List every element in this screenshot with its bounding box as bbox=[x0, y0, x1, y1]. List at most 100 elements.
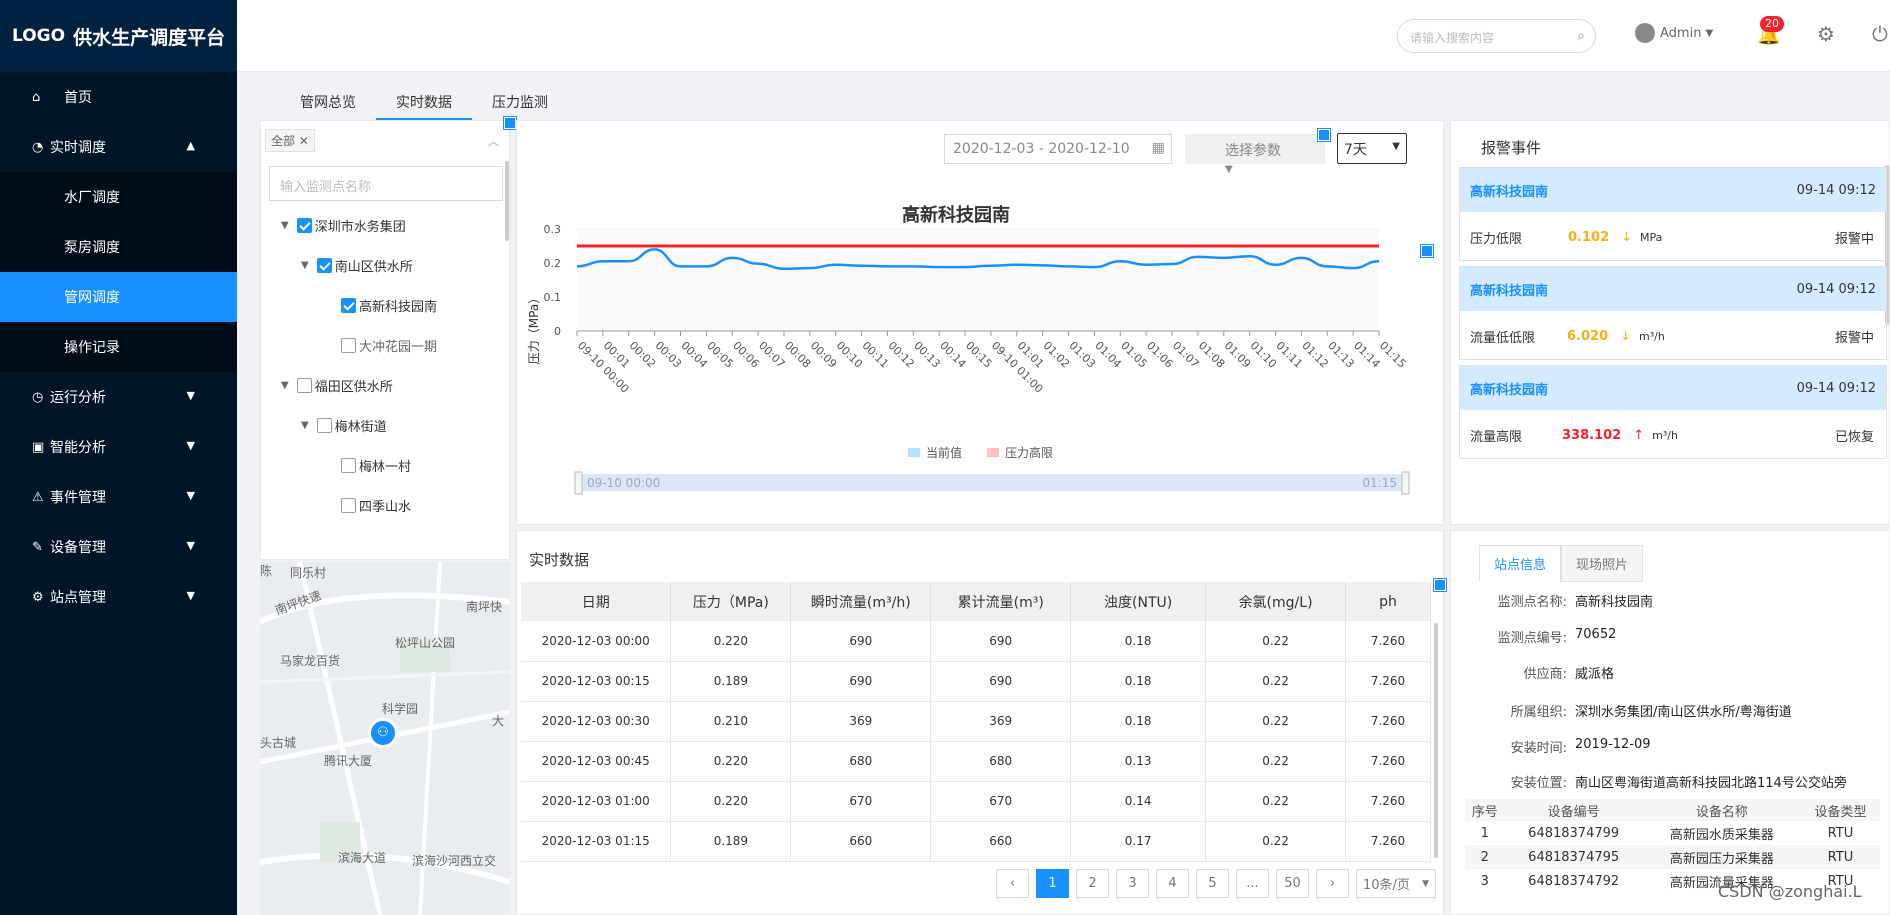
tree-node[interactable]: 梅林一村 bbox=[341, 456, 411, 475]
table-menu-icon[interactable] bbox=[1433, 578, 1447, 592]
table-cell: 7.260 bbox=[1345, 701, 1431, 742]
column-header[interactable]: 浊度(NTU) bbox=[1070, 582, 1207, 621]
checkbox[interactable] bbox=[341, 498, 356, 513]
menu-item-event[interactable]: ⚠ 事件管理 ▼ bbox=[0, 472, 237, 522]
submenu-item-pump[interactable]: 泵房调度 bbox=[0, 222, 237, 272]
filter-tag[interactable]: 全部 ✕ bbox=[265, 129, 315, 152]
checkbox[interactable] bbox=[296, 378, 312, 393]
close-icon[interactable]: ✕ bbox=[299, 134, 309, 148]
menu-item-device[interactable]: ✎ 设备管理 ▼ bbox=[0, 522, 237, 572]
tree-scrollbar[interactable] bbox=[505, 161, 509, 241]
page-button[interactable]: 5 bbox=[1196, 869, 1229, 898]
table-row[interactable]: 2020-12-03 01:00 0.220 670 670 0.14 0.22 7.260 bbox=[521, 781, 1431, 822]
user-menu[interactable]: Admin ▼ bbox=[1635, 23, 1713, 43]
page-size-select[interactable]: 10条/页 ▼ bbox=[1356, 869, 1436, 898]
table-scrollbar[interactable] bbox=[1434, 623, 1438, 858]
zoom-handle-left[interactable] bbox=[574, 471, 583, 495]
device-cell: 2 bbox=[1465, 845, 1505, 869]
checkbox[interactable] bbox=[316, 418, 332, 433]
map-view[interactable]: 同乐村 南坪快速 南坪快 马家龙百货 松坪山公园 科学园 大 头古城 腾讯大厦 … bbox=[260, 562, 510, 915]
menu-item-realtime[interactable]: ◔ 实时调度 ▲ bbox=[0, 122, 237, 172]
x-tick-label: 00:11 bbox=[859, 339, 891, 371]
column-header[interactable]: 日期 bbox=[521, 582, 672, 621]
alarm-card[interactable]: 高新科技园南 09-14 09:12 流量低低限 6.020 ↓ m³/h 报警中 bbox=[1459, 266, 1887, 360]
page-button[interactable]: 1 bbox=[1036, 869, 1069, 898]
chevron-up-icon[interactable]: ︿ bbox=[488, 133, 499, 149]
alarm-type: 压力低限 bbox=[1470, 231, 1523, 247]
page-button[interactable]: 3 bbox=[1116, 869, 1149, 898]
menu-item-station[interactable]: ⚙ 站点管理 ▼ bbox=[0, 572, 237, 622]
checkbox[interactable] bbox=[296, 218, 312, 233]
menu-item-home[interactable]: ⌂ 首页 bbox=[0, 72, 237, 122]
zoom-slider[interactable] bbox=[575, 474, 1409, 491]
page-ellipsis[interactable]: ... bbox=[1236, 869, 1269, 898]
caret-down-icon[interactable]: ▼ bbox=[281, 380, 289, 391]
checkbox[interactable] bbox=[341, 298, 356, 313]
device-row[interactable]: 2 64818374795 高新园压力采集器 RTU bbox=[1465, 845, 1880, 869]
prev-page-button[interactable]: ‹ bbox=[996, 869, 1029, 898]
map-station-marker-icon[interactable]: ⚇ bbox=[368, 718, 398, 748]
menu-item-analysis[interactable]: ◷ 运行分析 ▼ bbox=[0, 372, 237, 422]
tab-network-overview[interactable]: 管网总览 bbox=[280, 92, 376, 120]
search-icon[interactable]: ⌕ bbox=[1577, 28, 1585, 44]
search-input[interactable]: 请输入搜索内容 ⌕ bbox=[1397, 19, 1596, 53]
tree-node[interactable]: ▼ 深圳市水务集团 bbox=[281, 216, 406, 235]
page-button[interactable]: 2 bbox=[1076, 869, 1109, 898]
tree-node[interactable]: 高新科技园南 bbox=[341, 296, 437, 315]
tree-node[interactable]: ▼ 福田区供水所 bbox=[281, 376, 393, 395]
caret-down-icon[interactable]: ▼ bbox=[301, 260, 309, 271]
caret-down-icon[interactable]: ▼ bbox=[301, 420, 309, 431]
column-header[interactable]: 累计流量(m³) bbox=[930, 582, 1072, 621]
column-header[interactable]: ph bbox=[1345, 582, 1431, 621]
page-button[interactable]: 4 bbox=[1156, 869, 1189, 898]
device-row[interactable]: 1 64818374799 高新园水质采集器 RTU bbox=[1465, 821, 1880, 845]
tree-node[interactable]: 大冲花园一期 bbox=[341, 336, 437, 355]
table-cell: 0.210 bbox=[670, 701, 792, 742]
panel-menu-icon[interactable] bbox=[503, 116, 517, 130]
chart-panel: 2020-12-03 - 2020-12-10 ▦ 选择参数 ▼ 7天 ▼ 高新科… bbox=[516, 120, 1444, 525]
table-cell: 2020-12-03 01:00 bbox=[521, 781, 672, 822]
settings-gear-icon[interactable]: ⚙ bbox=[1817, 22, 1835, 46]
tree-search-placeholder: 输入监测点名称 bbox=[280, 180, 372, 195]
alarm-card[interactable]: 高新科技园南 09-14 09:12 流量高限 338.102 ↑ m³/h 已恢复 bbox=[1459, 365, 1887, 459]
tab-station-info[interactable]: 站点信息 bbox=[1479, 545, 1562, 582]
checkbox[interactable] bbox=[341, 458, 356, 473]
submenu-item-network[interactable]: 管网调度 bbox=[0, 272, 237, 322]
tab-site-photos[interactable]: 现场照片 bbox=[1561, 545, 1644, 582]
legend-limit[interactable]: 压力高限 bbox=[1005, 445, 1053, 460]
zoom-handle-right[interactable] bbox=[1401, 471, 1410, 495]
next-page-button[interactable]: › bbox=[1316, 869, 1349, 898]
x-tick-label: 01:13 bbox=[1325, 339, 1357, 371]
tab-realtime-data[interactable]: 实时数据 bbox=[376, 92, 472, 120]
tree-node[interactable]: ▼ 南山区供水所 bbox=[301, 256, 413, 275]
table-row[interactable]: 2020-12-03 00:30 0.210 369 369 0.18 0.22 7.260 bbox=[521, 701, 1431, 742]
info-key: 供应商: bbox=[1523, 667, 1567, 682]
table-cell: 369 bbox=[790, 701, 932, 742]
table-row[interactable]: 2020-12-03 00:00 0.220 690 690 0.18 0.22 7.260 bbox=[521, 621, 1431, 662]
table-row[interactable]: 2020-12-03 00:45 0.220 680 680 0.13 0.22 7.260 bbox=[521, 741, 1431, 782]
page-button[interactable]: 50 bbox=[1276, 869, 1309, 898]
tree-node[interactable]: 四季山水 bbox=[341, 496, 411, 515]
table-row[interactable]: 2020-12-03 00:15 0.189 690 690 0.18 0.22 7.260 bbox=[521, 661, 1431, 702]
tree-node-label: 高新科技园南 bbox=[359, 300, 438, 315]
power-icon[interactable]: ⏻ bbox=[1872, 22, 1888, 46]
tab-pressure-monitor[interactable]: 压力监测 bbox=[472, 92, 568, 120]
tree-node-label: 南山区供水所 bbox=[334, 260, 413, 275]
column-header[interactable]: 瞬时流量(m³/h) bbox=[790, 582, 932, 621]
x-tick-label: 01:07 bbox=[1170, 339, 1202, 371]
tree-search-input[interactable]: 输入监测点名称 bbox=[269, 166, 503, 201]
checkbox[interactable] bbox=[316, 258, 332, 273]
tree-node[interactable]: ▼ 梅林街道 bbox=[301, 416, 387, 435]
menu-item-smart[interactable]: ▣ 智能分析 ▼ bbox=[0, 422, 237, 472]
caret-down-icon[interactable]: ▼ bbox=[281, 220, 289, 231]
submenu-realtime: 水厂调度 泵房调度 管网调度 操作记录 bbox=[0, 172, 237, 372]
table-row[interactable]: 2020-12-03 01:15 0.189 660 660 0.17 0.22 7.260 bbox=[521, 821, 1431, 862]
table-cell: 670 bbox=[930, 781, 1072, 822]
alarm-card[interactable]: 高新科技园南 09-14 09:12 压力低限 0.102 ↓ MPa 报警中 bbox=[1459, 167, 1887, 261]
column-header[interactable]: 余氯(mg/L) bbox=[1205, 582, 1347, 621]
submenu-item-plant[interactable]: 水厂调度 bbox=[0, 172, 237, 222]
checkbox[interactable] bbox=[341, 338, 356, 353]
submenu-item-log[interactable]: 操作记录 bbox=[0, 322, 237, 372]
legend-current[interactable]: 当前值 bbox=[926, 445, 962, 460]
column-header[interactable]: 压力（MPa) bbox=[670, 582, 792, 621]
